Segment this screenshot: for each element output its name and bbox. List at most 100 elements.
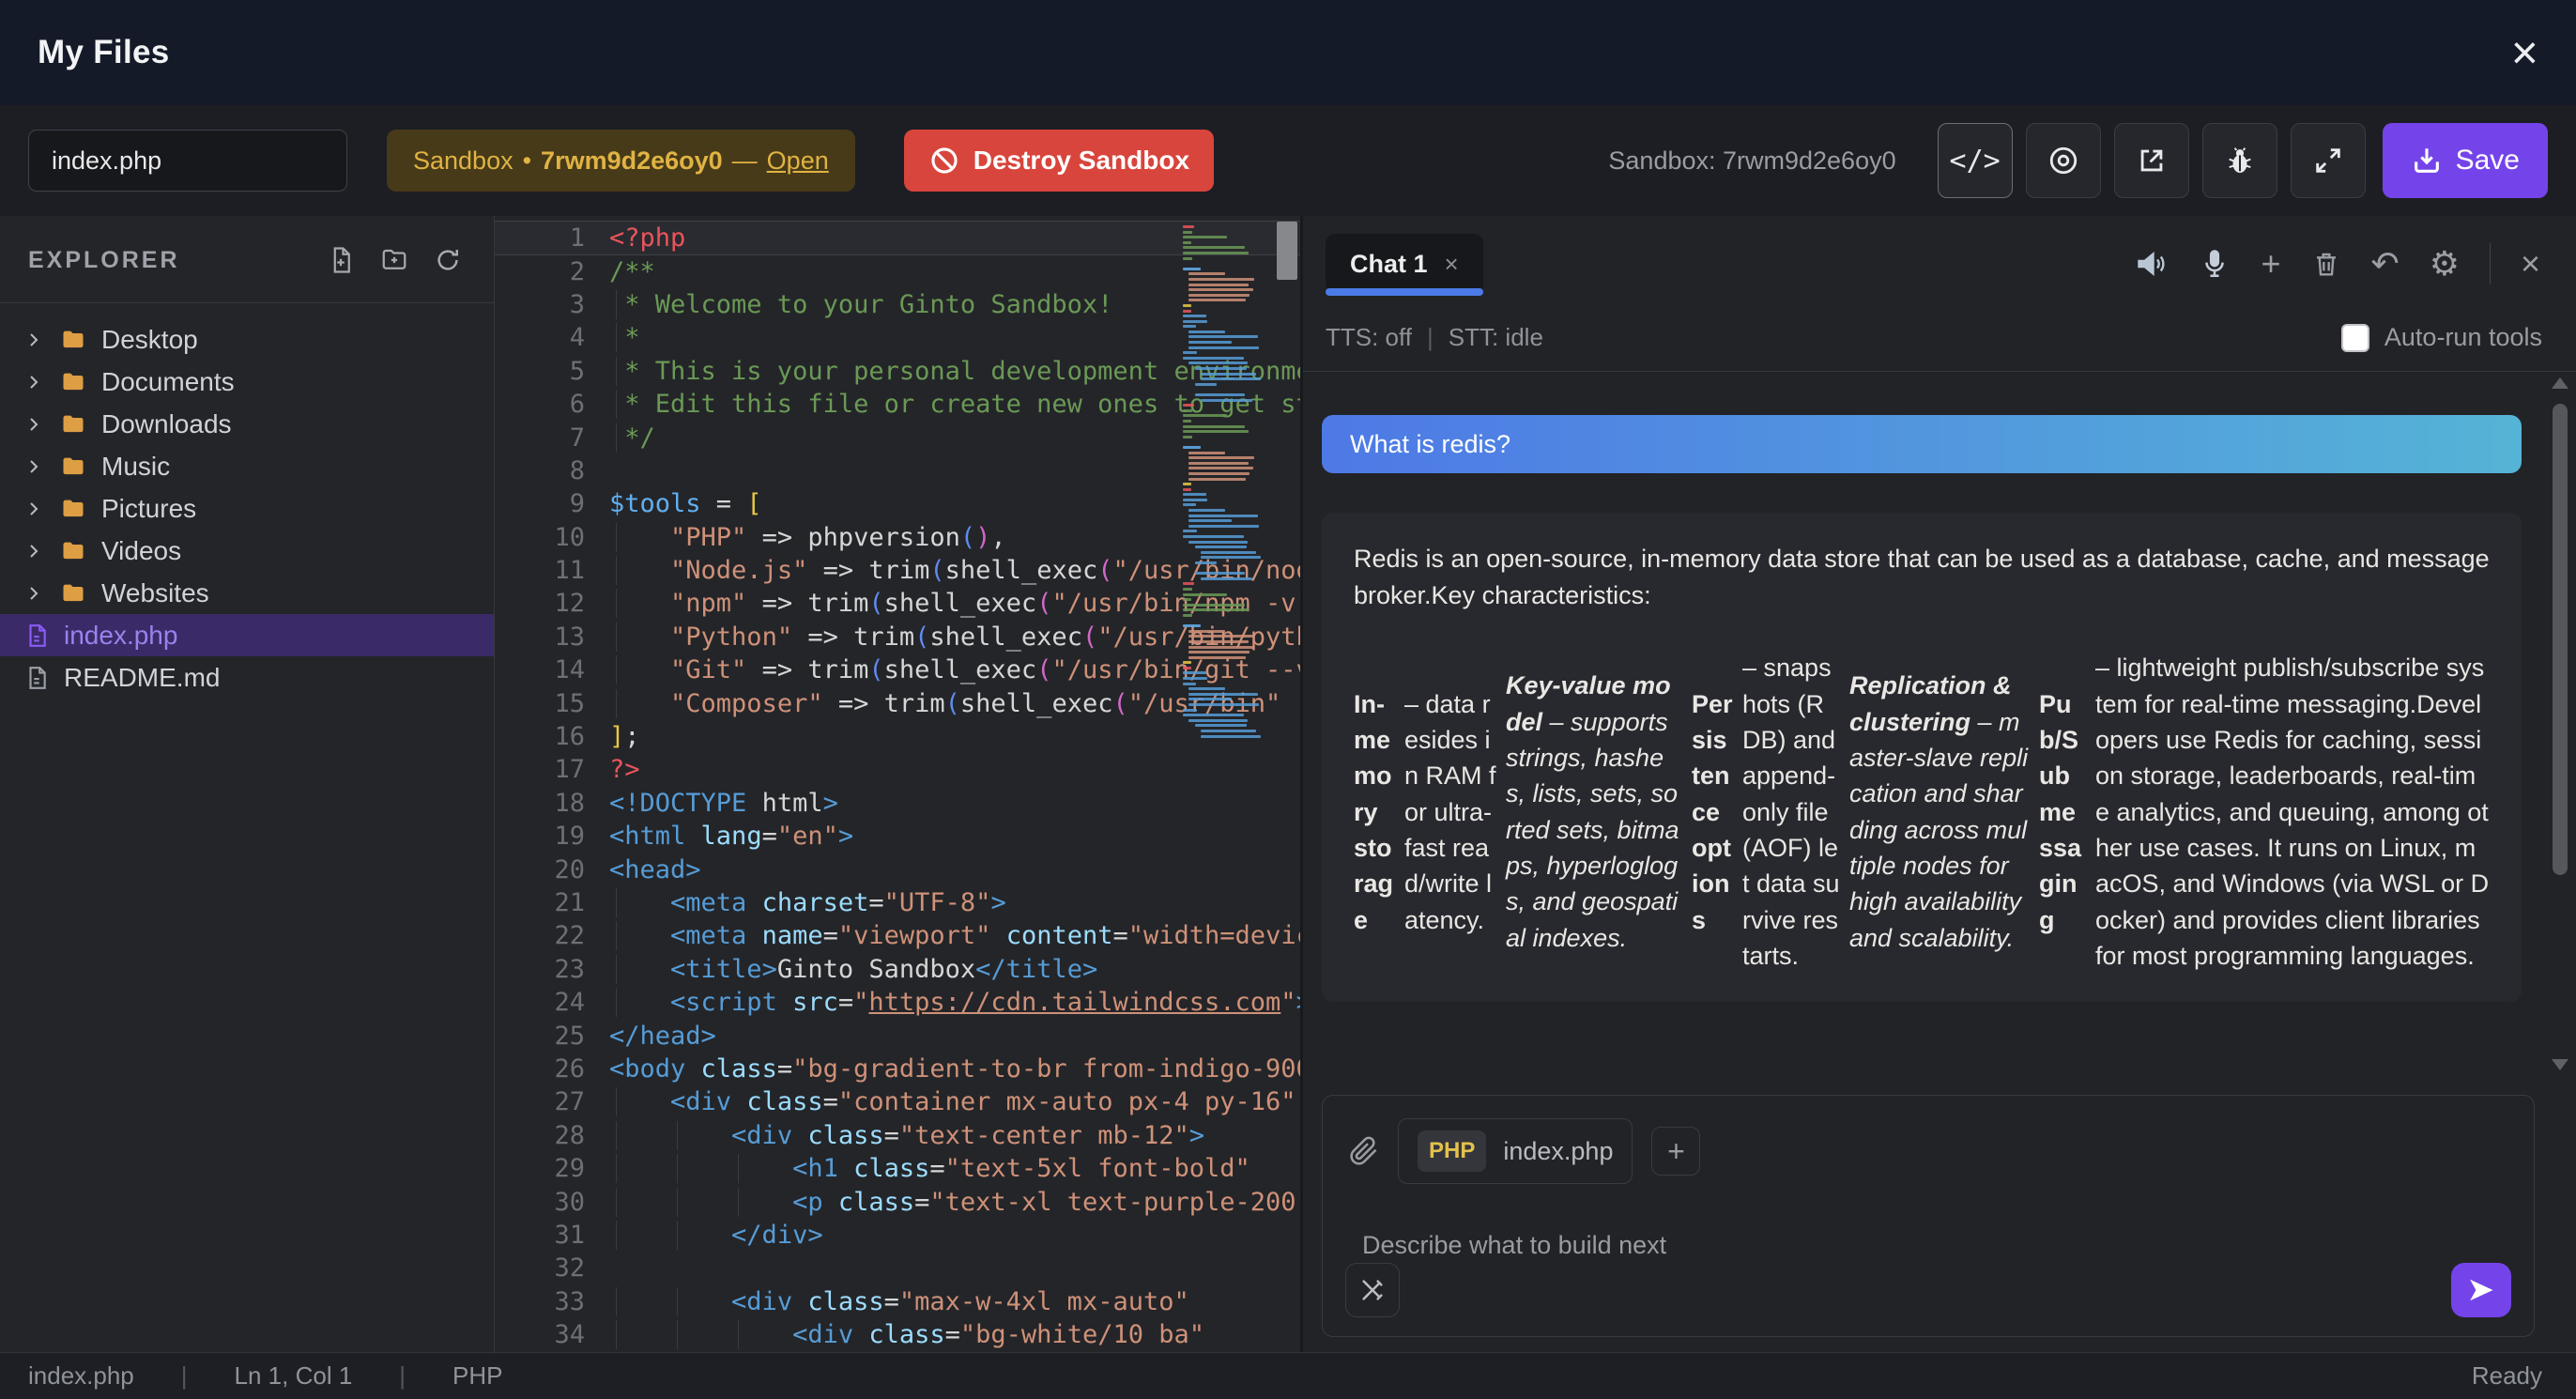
code-line-31[interactable]: 31 </div> xyxy=(495,1219,1300,1252)
settings-gear-icon[interactable]: ⚙ xyxy=(2430,247,2460,281)
badge-prefix: Sandbox xyxy=(413,146,514,176)
code-line-5[interactable]: 5 * This is your personal development en… xyxy=(495,355,1300,388)
code-lines: 1<?php2/**3 * Welcome to your Ginto Sand… xyxy=(495,222,1300,1351)
code-line-2[interactable]: 2/** xyxy=(495,254,1300,287)
preview-button[interactable] xyxy=(2026,123,2101,198)
add-attachment-button[interactable]: + xyxy=(1651,1127,1700,1176)
chat-scrollbar[interactable] xyxy=(2552,377,2568,1070)
sidebar-item-videos[interactable]: Videos xyxy=(0,530,494,572)
code-line-3[interactable]: 3 * Welcome to your Ginto Sandbox! xyxy=(495,288,1300,321)
chat-scrollbar-thumb[interactable] xyxy=(2553,404,2568,875)
sidebar-item-music[interactable]: Music xyxy=(0,445,494,487)
sidebar-item-websites[interactable]: Websites xyxy=(0,572,494,614)
trash-icon[interactable] xyxy=(2311,248,2341,280)
code-editor[interactable]: 1<?php2/**3 * Welcome to your Ginto Sand… xyxy=(495,216,1300,1352)
undo-icon[interactable]: ↶ xyxy=(2371,247,2400,281)
open-external-button[interactable] xyxy=(2114,123,2189,198)
folder-icon xyxy=(58,411,88,438)
refresh-button[interactable] xyxy=(434,246,462,274)
code-line-19[interactable]: 19<html lang="en"> xyxy=(495,820,1300,853)
scroll-up-arrow-icon[interactable] xyxy=(2552,377,2568,389)
code-line-13[interactable]: 13 "Python" => trim(shell_exec("/usr/bin… xyxy=(495,621,1300,653)
explorer-header: EXPLORER xyxy=(28,247,180,274)
message-input[interactable]: Describe what to build next xyxy=(1362,1231,2507,1260)
sidebar-item-documents[interactable]: Documents xyxy=(0,361,494,403)
code-line-1[interactable]: 1<?php xyxy=(495,222,1300,254)
code-line-23[interactable]: 23 <title>Ginto Sandbox</title> xyxy=(495,953,1300,986)
line-number: 5 xyxy=(495,357,585,386)
sidebar-item-readme.md[interactable]: README.md xyxy=(0,656,494,699)
sandbox-open-link[interactable]: Open xyxy=(767,146,829,176)
code-line-25[interactable]: 25</head> xyxy=(495,1019,1300,1052)
send-button[interactable] xyxy=(2451,1263,2511,1317)
sidebar-item-pictures[interactable]: Pictures xyxy=(0,487,494,530)
assistant-intro: Redis is an open-source, in-memory data … xyxy=(1354,541,2490,614)
microphone-icon[interactable] xyxy=(2199,247,2231,281)
scroll-down-arrow-icon[interactable] xyxy=(2552,1059,2568,1070)
tab-close-icon[interactable]: × xyxy=(1445,250,1459,279)
code-line-32[interactable]: 32 xyxy=(495,1252,1300,1284)
code-line-11[interactable]: 11 "Node.js" => trim(shell_exec("/usr/bi… xyxy=(495,554,1300,587)
line-number: 28 xyxy=(495,1121,585,1150)
attached-filename: index.php xyxy=(1503,1137,1613,1166)
code-line-9[interactable]: 9$tools = [ xyxy=(495,487,1300,520)
line-number: 16 xyxy=(495,722,585,751)
code-view-button[interactable]: </> xyxy=(1938,123,2013,198)
tools-button[interactable] xyxy=(1345,1263,1400,1317)
status-filename: index.php xyxy=(28,1361,134,1391)
line-number: 23 xyxy=(495,955,585,984)
code-line-6[interactable]: 6 * Edit this file or create new ones to… xyxy=(495,388,1300,421)
code-line-10[interactable]: 10 "PHP" => phpversion(), xyxy=(495,521,1300,554)
code-line-27[interactable]: 27 <div class="container mx-auto px-4 py… xyxy=(495,1085,1300,1118)
line-number: 15 xyxy=(495,689,585,718)
line-number: 22 xyxy=(495,921,585,950)
folder-icon xyxy=(58,580,88,607)
cursor-position: Ln 1, Col 1 xyxy=(235,1361,353,1391)
new-chat-icon[interactable]: + xyxy=(2261,247,2280,281)
page-title: My Files xyxy=(38,34,170,71)
code-line-30[interactable]: 30 <p class="text-xl text-purple-200" xyxy=(495,1185,1300,1218)
minimap[interactable] xyxy=(1183,225,1272,740)
badge-bullet: • xyxy=(523,146,531,176)
code-line-20[interactable]: 20<head> xyxy=(495,853,1300,885)
code-line-33[interactable]: 33 <div class="max-w-4xl mx-auto" xyxy=(495,1285,1300,1318)
code-line-21[interactable]: 21 <meta charset="UTF-8"> xyxy=(495,886,1300,919)
destroy-sandbox-button[interactable]: Destroy Sandbox xyxy=(904,130,1214,192)
code-line-22[interactable]: 22 <meta name="viewport" content="width=… xyxy=(495,919,1300,952)
code-line-7[interactable]: 7 */ xyxy=(495,421,1300,454)
attachment-chip[interactable]: PHP index.php xyxy=(1398,1118,1633,1184)
tts-speaker-icon[interactable] xyxy=(2135,247,2169,281)
code-line-17[interactable]: 17?> xyxy=(495,753,1300,786)
code-line-28[interactable]: 28 <div class="text-center mb-12"> xyxy=(495,1119,1300,1152)
code-line-4[interactable]: 4 * xyxy=(495,321,1300,354)
code-line-15[interactable]: 15 "Composer" => trim(shell_exec("/usr/b… xyxy=(495,686,1300,719)
answer-table-column-4: Persistence options xyxy=(1692,686,1733,938)
editor-scrollbar[interactable] xyxy=(1274,216,1300,1352)
paperclip-icon xyxy=(1349,1135,1379,1167)
code-line-16[interactable]: 16]; xyxy=(495,720,1300,753)
debug-button[interactable] xyxy=(2202,123,2277,198)
answer-table: In-memory storage– data resides in RAM f… xyxy=(1354,650,2490,974)
code-line-8[interactable]: 8 xyxy=(495,454,1300,487)
code-line-24[interactable]: 24 <script src="https://cdn.tailwindcss.… xyxy=(495,986,1300,1019)
code-line-34[interactable]: 34 <div class="bg-white/10 ba" xyxy=(495,1318,1300,1351)
editor-scrollbar-thumb[interactable] xyxy=(1277,222,1297,280)
code-line-18[interactable]: 18<!DOCTYPE html> xyxy=(495,787,1300,820)
chat-close-icon[interactable]: × xyxy=(2521,247,2540,281)
code-line-14[interactable]: 14 "Git" => trim(shell_exec("/usr/bin/gi… xyxy=(495,653,1300,686)
close-icon[interactable]: × xyxy=(2511,29,2538,76)
sidebar-item-index.php[interactable]: index.php xyxy=(0,614,494,656)
code-line-26[interactable]: 26<body class="bg-gradient-to-br from-in… xyxy=(495,1053,1300,1085)
code-line-12[interactable]: 12 "npm" => trim(shell_exec("/usr/bin/np… xyxy=(495,587,1300,620)
filename-input[interactable] xyxy=(28,130,347,192)
fullscreen-button[interactable] xyxy=(2291,123,2366,198)
code-line-29[interactable]: 29 <h1 class="text-5xl font-bold" xyxy=(495,1152,1300,1185)
tab-chat-1[interactable]: Chat 1 × xyxy=(1326,234,1483,294)
new-folder-button[interactable] xyxy=(379,246,409,274)
auto-run-checkbox[interactable] xyxy=(2341,324,2369,352)
sidebar-item-downloads[interactable]: Downloads xyxy=(0,403,494,445)
save-button[interactable]: Save xyxy=(2383,123,2548,198)
new-file-button[interactable] xyxy=(327,246,355,274)
new-file-icon xyxy=(327,246,355,274)
sidebar-item-desktop[interactable]: Desktop xyxy=(0,318,494,361)
